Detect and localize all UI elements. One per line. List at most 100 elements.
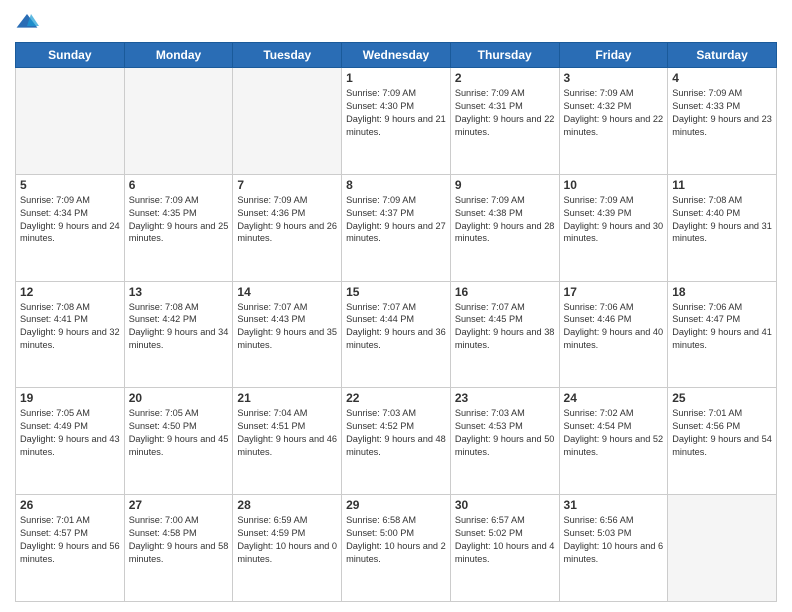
day-header-thursday: Thursday — [450, 43, 559, 68]
cell-info: Sunrise: 7:09 AMSunset: 4:32 PMDaylight:… — [564, 87, 664, 139]
calendar-cell — [124, 68, 233, 175]
calendar-cell: 2 Sunrise: 7:09 AMSunset: 4:31 PMDaylight… — [450, 68, 559, 175]
cell-info: Sunrise: 7:03 AMSunset: 4:52 PMDaylight:… — [346, 407, 446, 459]
calendar-cell: 12 Sunrise: 7:08 AMSunset: 4:41 PMDayligh… — [16, 281, 125, 388]
calendar-cell: 29 Sunrise: 6:58 AMSunset: 5:00 PMDayligh… — [342, 495, 451, 602]
calendar-cell: 17 Sunrise: 7:06 AMSunset: 4:46 PMDayligh… — [559, 281, 668, 388]
calendar-cell: 9Sunrise: 7:09 AMSunset: 4:38 PMDaylight… — [450, 174, 559, 281]
calendar-cell: 3 Sunrise: 7:09 AMSunset: 4:32 PMDaylight… — [559, 68, 668, 175]
calendar-week-2: 5 Sunrise: 7:09 AMSunset: 4:34 PMDaylight… — [16, 174, 777, 281]
calendar-cell: 28 Sunrise: 6:59 AMSunset: 4:59 PMDayligh… — [233, 495, 342, 602]
day-number: 19 — [20, 391, 120, 405]
cell-info: Sunrise: 7:05 AMSunset: 4:49 PMDaylight:… — [20, 407, 120, 459]
day-number: 13 — [129, 285, 229, 299]
cell-info: Sunrise: 7:06 AMSunset: 4:46 PMDaylight:… — [564, 301, 664, 353]
page: SundayMondayTuesdayWednesdayThursdayFrid… — [0, 0, 792, 612]
calendar-cell: 11 Sunrise: 7:08 AMSunset: 4:40 PMDayligh… — [668, 174, 777, 281]
cell-info: Sunrise: 7:09 AMSunset: 4:37 PMDaylight:… — [346, 194, 446, 246]
day-number: 31 — [564, 498, 664, 512]
day-header-monday: Monday — [124, 43, 233, 68]
calendar-cell: 7Sunrise: 7:09 AMSunset: 4:36 PMDaylight… — [233, 174, 342, 281]
calendar-cell: 13 Sunrise: 7:08 AMSunset: 4:42 PMDayligh… — [124, 281, 233, 388]
calendar-week-3: 12 Sunrise: 7:08 AMSunset: 4:41 PMDayligh… — [16, 281, 777, 388]
day-number: 8 — [346, 178, 446, 192]
calendar-week-1: 1 Sunrise: 7:09 AMSunset: 4:30 PMDaylight… — [16, 68, 777, 175]
cell-info: Sunrise: 7:09 AMSunset: 4:39 PMDaylight:… — [564, 194, 664, 246]
calendar-cell: 26 Sunrise: 7:01 AMSunset: 4:57 PMDayligh… — [16, 495, 125, 602]
calendar-cell — [233, 68, 342, 175]
day-header-tuesday: Tuesday — [233, 43, 342, 68]
calendar-week-5: 26 Sunrise: 7:01 AMSunset: 4:57 PMDayligh… — [16, 495, 777, 602]
cell-info: Sunrise: 7:09 AMSunset: 4:34 PMDaylight:… — [20, 194, 120, 246]
day-number: 6 — [129, 178, 229, 192]
cell-info: Sunrise: 6:58 AMSunset: 5:00 PMDaylight:… — [346, 514, 446, 566]
cell-info: Sunrise: 7:00 AMSunset: 4:58 PMDaylight:… — [129, 514, 229, 566]
day-number: 14 — [237, 285, 337, 299]
calendar-cell: 22 Sunrise: 7:03 AMSunset: 4:52 PMDayligh… — [342, 388, 451, 495]
cell-info: Sunrise: 7:01 AMSunset: 4:57 PMDaylight:… — [20, 514, 120, 566]
day-number: 21 — [237, 391, 337, 405]
cell-info: Sunrise: 7:09 AMSunset: 4:30 PMDaylight:… — [346, 87, 446, 139]
cell-info: Sunrise: 7:01 AMSunset: 4:56 PMDaylight:… — [672, 407, 772, 459]
day-number: 1 — [346, 71, 446, 85]
day-number: 20 — [129, 391, 229, 405]
logo-icon — [15, 10, 39, 34]
cell-info: Sunrise: 7:07 AMSunset: 4:43 PMDaylight:… — [237, 301, 337, 353]
day-number: 26 — [20, 498, 120, 512]
calendar-cell: 4Sunrise: 7:09 AMSunset: 4:33 PMDaylight… — [668, 68, 777, 175]
day-header-wednesday: Wednesday — [342, 43, 451, 68]
day-header-sunday: Sunday — [16, 43, 125, 68]
day-number: 30 — [455, 498, 555, 512]
cell-info: Sunrise: 7:05 AMSunset: 4:50 PMDaylight:… — [129, 407, 229, 459]
day-number: 24 — [564, 391, 664, 405]
day-number: 3 — [564, 71, 664, 85]
cell-info: Sunrise: 7:09 AMSunset: 4:35 PMDaylight:… — [129, 194, 229, 246]
calendar-cell: 25 Sunrise: 7:01 AMSunset: 4:56 PMDayligh… — [668, 388, 777, 495]
day-number: 5 — [20, 178, 120, 192]
day-number: 12 — [20, 285, 120, 299]
day-number: 29 — [346, 498, 446, 512]
calendar-cell: 15Sunrise: 7:07 AMSunset: 4:44 PMDayligh… — [342, 281, 451, 388]
calendar-table: SundayMondayTuesdayWednesdayThursdayFrid… — [15, 42, 777, 602]
calendar-cell: 6 Sunrise: 7:09 AMSunset: 4:35 PMDaylight… — [124, 174, 233, 281]
calendar-cell: 1 Sunrise: 7:09 AMSunset: 4:30 PMDaylight… — [342, 68, 451, 175]
day-number: 22 — [346, 391, 446, 405]
cell-info: Sunrise: 7:09 AMSunset: 4:31 PMDaylight:… — [455, 87, 555, 139]
header — [15, 10, 777, 34]
calendar-cell: 8 Sunrise: 7:09 AMSunset: 4:37 PMDaylight… — [342, 174, 451, 281]
cell-info: Sunrise: 7:08 AMSunset: 4:41 PMDaylight:… — [20, 301, 120, 353]
day-number: 18 — [672, 285, 772, 299]
day-number: 16 — [455, 285, 555, 299]
cell-info: Sunrise: 7:09 AMSunset: 4:36 PMDaylight:… — [237, 194, 337, 246]
calendar-cell: 21Sunrise: 7:04 AMSunset: 4:51 PMDayligh… — [233, 388, 342, 495]
calendar-cell: 24 Sunrise: 7:02 AMSunset: 4:54 PMDayligh… — [559, 388, 668, 495]
cell-info: Sunrise: 6:56 AMSunset: 5:03 PMDaylight:… — [564, 514, 664, 566]
cell-info: Sunrise: 6:59 AMSunset: 4:59 PMDaylight:… — [237, 514, 337, 566]
calendar-cell — [16, 68, 125, 175]
calendar-cell: 27Sunrise: 7:00 AMSunset: 4:58 PMDayligh… — [124, 495, 233, 602]
cell-info: Sunrise: 7:07 AMSunset: 4:44 PMDaylight:… — [346, 301, 446, 353]
calendar-cell: 31 Sunrise: 6:56 AMSunset: 5:03 PMDayligh… — [559, 495, 668, 602]
calendar-cell: 18Sunrise: 7:06 AMSunset: 4:47 PMDayligh… — [668, 281, 777, 388]
day-number: 17 — [564, 285, 664, 299]
calendar-cell: 14 Sunrise: 7:07 AMSunset: 4:43 PMDayligh… — [233, 281, 342, 388]
day-number: 11 — [672, 178, 772, 192]
day-header-friday: Friday — [559, 43, 668, 68]
cell-info: Sunrise: 7:03 AMSunset: 4:53 PMDaylight:… — [455, 407, 555, 459]
calendar-cell: 10 Sunrise: 7:09 AMSunset: 4:39 PMDayligh… — [559, 174, 668, 281]
day-number: 2 — [455, 71, 555, 85]
day-number: 10 — [564, 178, 664, 192]
day-number: 25 — [672, 391, 772, 405]
logo — [15, 10, 43, 34]
day-number: 28 — [237, 498, 337, 512]
cell-info: Sunrise: 7:08 AMSunset: 4:42 PMDaylight:… — [129, 301, 229, 353]
calendar-week-4: 19 Sunrise: 7:05 AMSunset: 4:49 PMDayligh… — [16, 388, 777, 495]
calendar-cell: 30Sunrise: 6:57 AMSunset: 5:02 PMDayligh… — [450, 495, 559, 602]
day-number: 23 — [455, 391, 555, 405]
cell-info: Sunrise: 7:02 AMSunset: 4:54 PMDaylight:… — [564, 407, 664, 459]
day-header-saturday: Saturday — [668, 43, 777, 68]
cell-info: Sunrise: 7:08 AMSunset: 4:40 PMDaylight:… — [672, 194, 772, 246]
calendar-cell: 5 Sunrise: 7:09 AMSunset: 4:34 PMDaylight… — [16, 174, 125, 281]
cell-info: Sunrise: 7:07 AMSunset: 4:45 PMDaylight:… — [455, 301, 555, 353]
cell-info: Sunrise: 7:09 AMSunset: 4:33 PMDaylight:… — [672, 87, 772, 139]
